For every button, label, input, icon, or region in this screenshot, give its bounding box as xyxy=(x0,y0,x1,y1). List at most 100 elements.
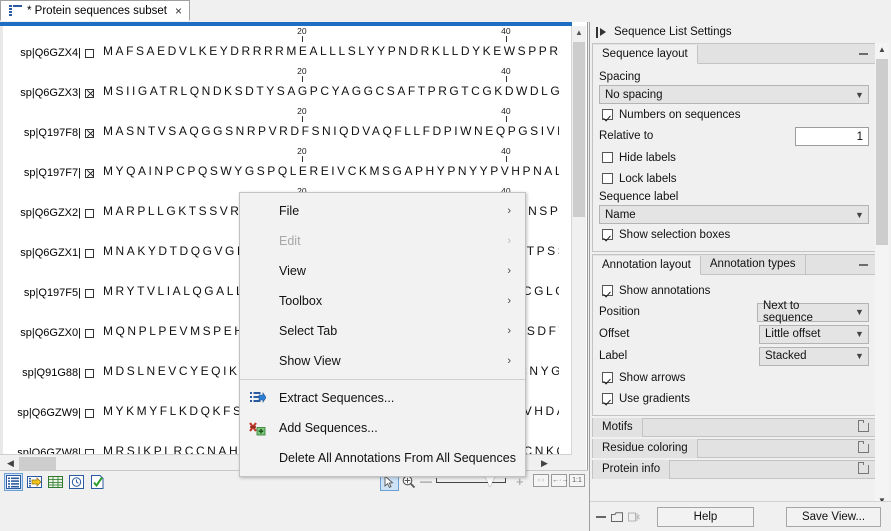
save-view-button[interactable]: Save View... xyxy=(786,507,881,527)
group-protein-info[interactable]: Protein info xyxy=(592,460,876,479)
sequence-row[interactable]: 2040sp|Q197F7|MYQAINPCPQSWYGSPQLEREIVCKM… xyxy=(3,146,559,186)
group-sequence-layout: Sequence layout Spacing No spacing ▼ Num… xyxy=(592,43,876,252)
relative-to-input[interactable]: 1 xyxy=(795,127,869,146)
side-panel-scrollbar[interactable]: ▲ ▼ xyxy=(875,43,889,508)
sequence-selection-checkbox[interactable] xyxy=(85,249,94,258)
offset-value: Little offset xyxy=(765,328,851,340)
export-view-icon[interactable] xyxy=(26,474,43,490)
table-view-icon[interactable] xyxy=(47,474,64,490)
horizontal-scroll-thumb[interactable] xyxy=(19,457,56,470)
close-icon[interactable]: × xyxy=(175,5,182,17)
sequence-selection-checkbox[interactable] xyxy=(85,49,94,58)
sequence-selection-checkbox[interactable] xyxy=(85,129,94,138)
help-button[interactable]: Help xyxy=(657,507,754,527)
menu-item-label: Toolbox xyxy=(279,294,322,308)
side-panel-scroll-thumb[interactable] xyxy=(876,59,888,245)
label-dropdown[interactable]: Stacked ▼ xyxy=(759,347,869,366)
checkbox-numbers-on-sequences[interactable] xyxy=(602,109,613,120)
checkbox-row-show-arrows[interactable]: Show arrows xyxy=(599,367,869,388)
label-sequence-label: Sequence label xyxy=(599,191,869,203)
collapse-all-icon[interactable] xyxy=(596,516,606,518)
sequence-selection-checkbox[interactable] xyxy=(85,209,94,218)
sequence-label-cell: sp|Q6GZX0| xyxy=(3,306,81,346)
sequence-label-dropdown[interactable]: Name ▼ xyxy=(599,205,869,224)
menu-item-file[interactable]: File› xyxy=(240,196,525,226)
folder-icon[interactable] xyxy=(858,444,869,453)
menu-item-extract-sequences[interactable]: Extract Sequences... xyxy=(240,383,525,413)
collapse-icon-sequence-layout[interactable] xyxy=(859,53,868,55)
menu-item-view[interactable]: View› xyxy=(240,256,525,286)
checkbox-lock-labels[interactable] xyxy=(602,173,613,184)
sequence-name: sp|Q6GZX2| xyxy=(20,207,81,219)
sequence-residues[interactable]: MSIIGATRLQNDKSDTYSAGPCYAGGCSAFTPRGTCGKDW… xyxy=(103,84,559,98)
pin-panel-icon[interactable] xyxy=(596,27,607,38)
folder-icon[interactable] xyxy=(858,423,869,432)
context-menu[interactable]: File›Edit›View›Toolbox›Select Tab›Show V… xyxy=(239,192,526,477)
menu-item-show-view[interactable]: Show View› xyxy=(240,346,525,376)
spacing-dropdown[interactable]: No spacing ▼ xyxy=(599,85,869,104)
group-residue-coloring[interactable]: Residue coloring xyxy=(592,439,876,458)
tab-annotation-layout[interactable]: Annotation layout xyxy=(593,256,701,275)
sequence-residues[interactable]: MYQAINPCPQSWYGSPQLEREIVCKMSGAPHYPNYYPVHP… xyxy=(103,164,559,178)
vertical-scroll-thumb[interactable] xyxy=(573,42,585,217)
offset-dropdown[interactable]: Little offset ▼ xyxy=(759,325,869,344)
spacing-value: No spacing xyxy=(605,89,851,101)
sequence-selection-checkbox[interactable] xyxy=(85,289,94,298)
sequence-name: sp|Q197F8| xyxy=(24,127,81,139)
menu-item-toolbox[interactable]: Toolbox › xyxy=(240,286,525,316)
label-show-annotations: Show annotations xyxy=(619,285,710,297)
group-tabs-sequence-layout: Sequence layout xyxy=(593,44,875,64)
sequence-vertical-scrollbar[interactable]: ▲ ▼ xyxy=(571,26,586,481)
menu-item-add-sequences[interactable]: Add Sequences... xyxy=(240,413,525,443)
ruler-number: 40 xyxy=(501,146,510,156)
checkbox-hide-labels[interactable] xyxy=(602,152,613,163)
element-info-view-icon[interactable] xyxy=(89,474,106,490)
folder-icon[interactable] xyxy=(858,465,869,474)
side-panel-footer: Help Save View... xyxy=(590,501,891,531)
sequence-list-view-icon[interactable] xyxy=(5,474,22,490)
label-label: Label xyxy=(599,350,759,362)
menu-item-label: File xyxy=(279,204,299,218)
tab-sequence-layout[interactable]: Sequence layout xyxy=(593,45,698,64)
menu-item-delete-all-annotations-from-all-sequences[interactable]: Delete All Annotations From All Sequence… xyxy=(240,443,525,473)
sequence-row[interactable]: 2040sp|Q197F8|MASNTVSAQGGSNRPVRDFSNIQDVA… xyxy=(3,106,559,146)
sequence-selection-checkbox[interactable] xyxy=(85,89,94,98)
checkbox-show-annotations[interactable] xyxy=(602,285,613,296)
checkbox-row-show-selection-boxes[interactable]: Show selection boxes xyxy=(599,224,869,245)
sequence-selection-checkbox[interactable] xyxy=(85,329,94,338)
tab-protein-sequences-subset[interactable]: * Protein sequences subset × xyxy=(0,0,190,21)
chevron-down-icon: ▼ xyxy=(851,307,868,317)
scroll-up-icon[interactable]: ▲ xyxy=(572,26,586,40)
fit-width-icon[interactable]: ‹·› xyxy=(533,474,549,487)
expand-all-icon[interactable] xyxy=(611,512,622,521)
checkbox-show-selection-boxes[interactable] xyxy=(602,229,613,240)
tab-annotation-types[interactable]: Annotation types xyxy=(701,255,806,274)
label-show-selection-boxes: Show selection boxes xyxy=(619,229,730,241)
checkbox-row-use-gradients[interactable]: Use gradients xyxy=(599,388,869,409)
zoom-slider-knob[interactable] xyxy=(485,476,495,487)
position-dropdown[interactable]: Next to sequence ▼ xyxy=(757,303,869,322)
checkbox-use-gradients[interactable] xyxy=(602,393,613,404)
sequence-row[interactable]: 2040sp|Q6GZX4|MAFSAEDVLKEYDRRRRMEALLLSLY… xyxy=(3,26,559,66)
checkbox-show-arrows[interactable] xyxy=(602,372,613,383)
zoom-slider-track[interactable] xyxy=(436,482,506,483)
checkbox-row-show-annotations[interactable]: Show annotations xyxy=(599,280,869,301)
checkbox-row-lock-labels[interactable]: Lock labels xyxy=(599,168,869,189)
sequence-selection-checkbox[interactable] xyxy=(85,169,94,178)
restore-layout-icon[interactable] xyxy=(628,512,639,521)
collapse-icon-annotation[interactable] xyxy=(859,264,868,266)
checkbox-row-numbers-on-sequences[interactable]: Numbers on sequences xyxy=(599,104,869,125)
menu-item-select-tab[interactable]: Select Tab› xyxy=(240,316,525,346)
fit-selection-icon[interactable]: ←·→ xyxy=(551,474,567,487)
history-view-icon[interactable] xyxy=(68,474,85,490)
zoom-100-icon[interactable]: 1:1 xyxy=(569,474,585,487)
sequence-selection-checkbox[interactable] xyxy=(85,369,94,378)
sequence-residues[interactable]: MAFSAEDVLKEYDRRRRMEALLLSLYYPNDRKLLDYKEWS… xyxy=(103,44,559,58)
sequence-selection-checkbox[interactable] xyxy=(85,409,94,418)
group-motifs[interactable]: Motifs xyxy=(592,418,876,437)
scroll-up-icon[interactable]: ▲ xyxy=(875,43,889,57)
checkbox-row-hide-labels[interactable]: Hide labels xyxy=(599,147,869,168)
sequence-row[interactable]: 2040sp|Q6GZX3|MSIIGATRLQNDKSDTYSAGPCYAGG… xyxy=(3,66,559,106)
sequence-residues[interactable]: MASNTVSAQGGSNRPVRDFSNIQDVAQFLLFDPIWNEQPG… xyxy=(103,124,559,138)
chevron-right-icon: › xyxy=(507,295,511,307)
